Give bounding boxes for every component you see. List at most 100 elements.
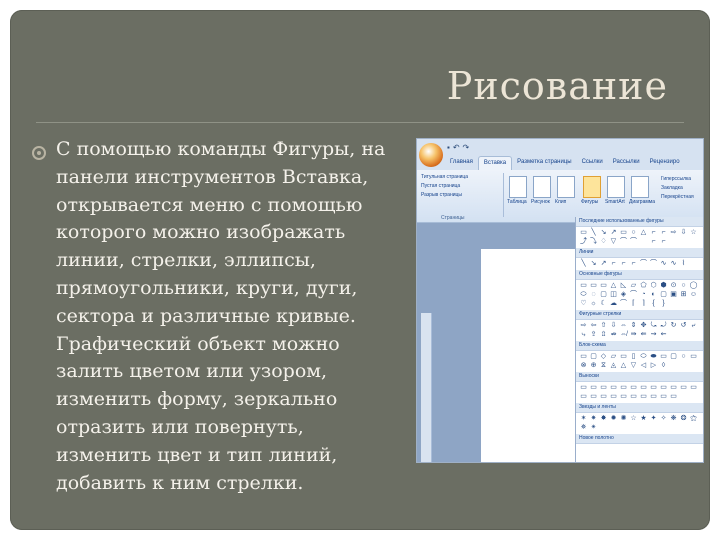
ribbon-button-label: Таблица [507,199,527,205]
shape-icon: ▭ [680,384,687,391]
shape-icon: ◁ [640,362,647,369]
shape-icon: ◺ [620,282,627,289]
body-text: С помощью команды Фигуры, на панели инстр… [56,136,416,497]
gallery-shapes-row: ▭ ▭ ▭ △ ◺ ▱ ⬠ ⬡ ⬢ ⊙ ○ ◯ ⬭ ◌ ▢ ◫ ◈ ⌒ ◔ ◐ ▢ ▣ ⊞ ☺ ♡ ☼ ☾ ☁ ⌒ ⌈ ⌉{} [576,280,703,310]
shape-icon: ⊞ [680,291,687,298]
shape-icon: ▭ [670,384,677,391]
shape-icon: ⇜ [660,331,667,338]
shape-icon: ⤷ [581,331,586,338]
shape-icon: ✶ [580,415,587,422]
shape-icon: ▱ [610,353,617,360]
shape-icon: ✷ [590,415,597,422]
shape-icon: ▭ [620,393,627,400]
shape-icon: ♢ [600,238,607,245]
shape-icon: ✹ [610,415,617,422]
ribbon-tabs: Главная Вставка Разметка страницы Ссылки Рас… [445,156,703,170]
shape-icon: ☁ [610,300,617,307]
shape-icon: ✵ [580,424,587,431]
shape-icon: ⌒ [650,260,657,267]
shape-icon: } [662,300,665,307]
shape-icon: ⌒ [630,238,637,245]
shape-icon: ○ [631,229,636,236]
shape-icon: ⬡ [650,282,657,289]
ribbon: Титульная страница Пустая страница Разры… [417,170,703,223]
shape-icon: ☾ [600,300,607,307]
gallery-section-title: Фигурные стрелки [576,310,703,320]
body-line: залить цветом или узором, [56,360,328,383]
office-button-icon [419,143,443,167]
shape-icon: ◯ [689,282,698,289]
shape-icon: ∿ [660,260,667,267]
shape-icon: ╲ [581,260,586,267]
shape-icon: ▽ [610,238,617,245]
shape-icon: ◊ [661,362,666,369]
bullet-icon [32,146,46,160]
cover-page-item: Титульная страница [421,174,469,180]
shape-icon: ⬭ [640,353,647,360]
ribbon-button-icon [607,176,625,198]
ribbon-button-icon [557,176,575,198]
shape-icon: ☺ [689,291,698,298]
shape-icon: △ [610,282,617,289]
ribbon-button-label: Диаграмма [629,199,656,205]
gallery-section-title: Линии [576,248,703,258]
shape-icon: ⧖ [601,362,606,369]
ribbon-tab: Рецензиро [649,159,680,165]
body-line: добавить к ним стрелки. [56,471,304,494]
links-group: Гиперссылка Закладка Перекрёстная [661,176,694,203]
shape-icon: ⇕ [630,322,637,329]
shape-icon: ⌉ [642,300,645,307]
shape-icon: ⇏ [610,331,617,338]
shape-icon: ☼ [590,300,597,307]
body-line: изменить форму, зеркально [56,388,338,411]
shape-icon: ▭ [690,384,697,391]
shape-icon: ▷ [650,362,657,369]
ribbon-tab: Ссылки [581,159,603,165]
shape-icon: ⇝ [650,331,657,338]
shape-icon: ⌐ [651,238,656,245]
shape-icon: △ [620,362,627,369]
shape-icon: ⌇ [681,260,686,267]
shape-icon: ☆ [690,229,697,236]
slide: Рисование С помощью команды Фигуры, на па… [10,10,710,530]
shape-icon: ▭ [670,393,677,400]
shape-icon: ⌐ [661,238,666,245]
shape-icon: ⊗ [580,362,587,369]
ribbon-tab: Рассылки [612,159,640,165]
shape-icon: ⌒ [620,300,627,307]
shape-icon: ⇚ [640,331,647,338]
shape-icon: ▭ [590,393,597,400]
shape-icon: ★ [640,415,647,422]
shape-icon: ⇛ [630,331,637,338]
shape-icon: ▭ [650,384,657,391]
shape-icon: ▭ [640,384,647,391]
shape-icon: ◫ [610,291,617,298]
shape-icon: ⌒ [620,238,627,245]
ribbon-button-label: SmartArt [605,199,625,205]
title-divider [36,122,684,123]
shape-icon: ▭ [580,282,587,289]
shape-icon: ⤿ [650,322,657,329]
ribbon-button-icon [533,176,551,198]
shape-icon: ⇪ [590,331,597,338]
shape-icon: ▭ [630,393,637,400]
bookmark-item: Закладка [661,185,683,191]
shape-icon: ○ [681,282,686,289]
body-line: панели инструментов Вставка, [56,165,369,188]
shape-icon: ▭ [580,393,587,400]
slide-title: Рисование [446,64,668,108]
ribbon-tab: Главная [450,159,473,165]
pages-group-label: Страницы [441,215,465,221]
shape-icon: ⌐ [611,260,616,267]
ribbon-tab: Вставка [477,156,513,170]
shape-icon: ▭ [580,384,587,391]
shape-icon: ⇦ [590,322,597,329]
shape-icon: ▭ [620,384,627,391]
shape-icon: ☆ [630,415,637,422]
shape-icon: ▭ [640,393,647,400]
ribbon-button-label: Клип [555,199,567,205]
shape-icon: ▢ [660,291,667,298]
shape-icon: ▢ [600,291,607,298]
shape-icon: ⇨ [670,229,677,236]
shape-icon: ⇩ [680,229,687,236]
